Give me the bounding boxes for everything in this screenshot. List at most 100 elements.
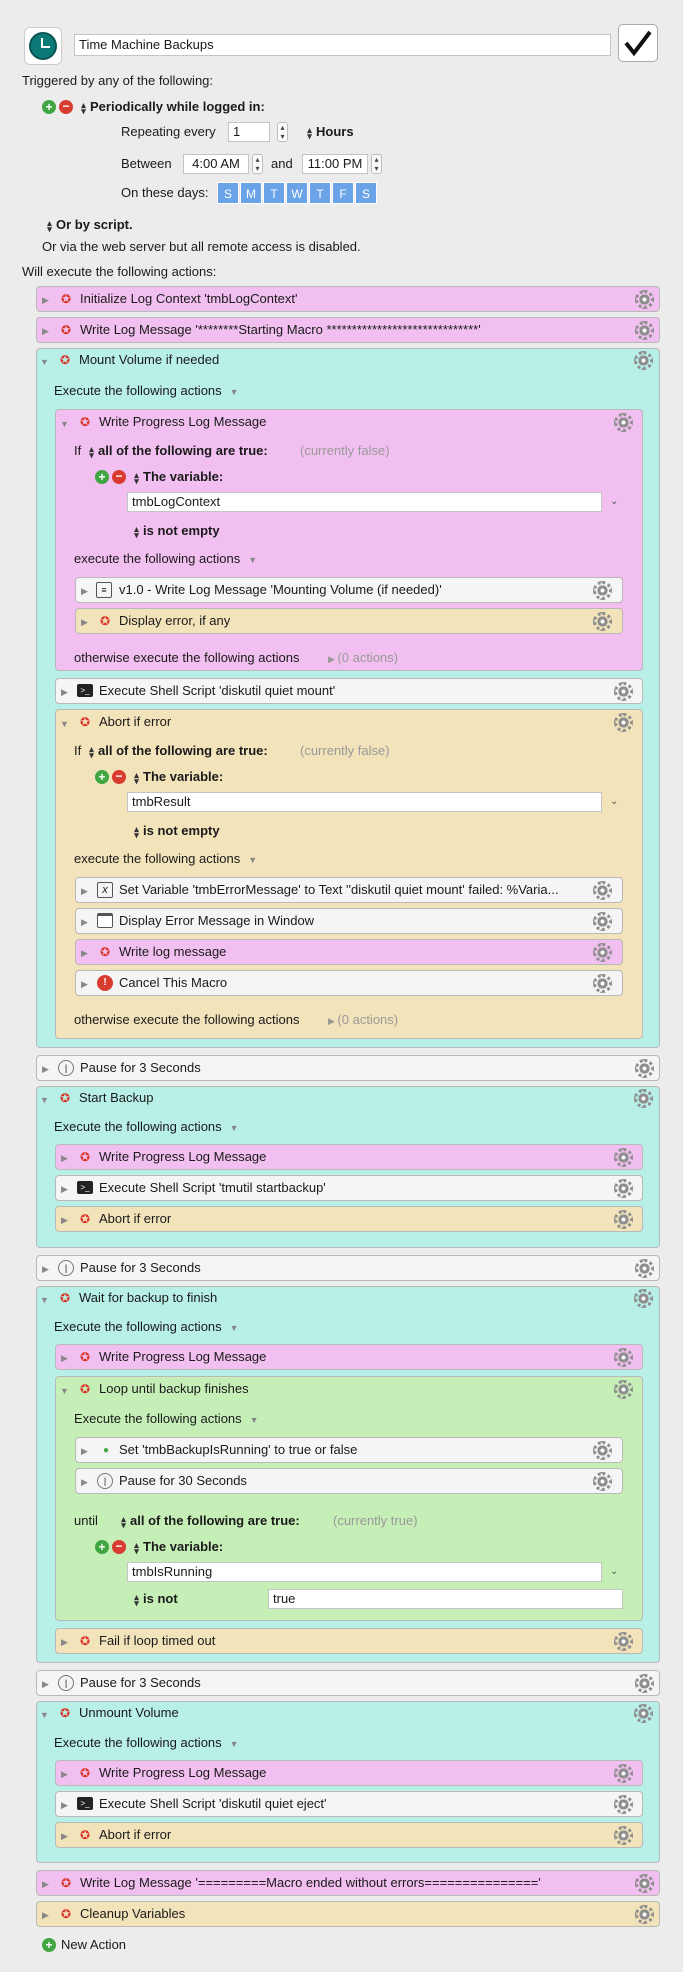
disclosure-triangle[interactable]: ▶ bbox=[61, 1636, 68, 1648]
unit-select[interactable]: Hours bbox=[306, 123, 354, 141]
start-time-stepper[interactable]: ▴ ▾ bbox=[252, 154, 263, 174]
gear-icon[interactable] bbox=[635, 1674, 654, 1693]
gear-icon[interactable] bbox=[614, 1795, 633, 1814]
action-set-variable[interactable]: ▶ x Set Variable 'tmbErrorMessage' to Te… bbox=[75, 877, 623, 903]
action-write-log-message[interactable]: ▶ ✪ Write log message bbox=[75, 939, 623, 965]
conditions-select[interactable]: all of the following are true: bbox=[88, 442, 268, 460]
execute-actions-label[interactable]: Execute the following actions ▼ bbox=[74, 1410, 259, 1429]
chevron-down-icon[interactable]: ⌄ bbox=[610, 1566, 618, 1577]
day-tue[interactable]: T bbox=[263, 182, 285, 204]
action-write-progress[interactable]: ▶ ✪ Write Progress Log Message bbox=[55, 1344, 643, 1370]
action-pause-3-b[interactable]: ▶ | Pause for 3 Seconds bbox=[36, 1255, 660, 1281]
gear-icon[interactable] bbox=[635, 1874, 654, 1893]
gear-icon[interactable] bbox=[614, 1348, 633, 1367]
gear-icon[interactable] bbox=[634, 1704, 653, 1723]
action-write-log-ended[interactable]: ▶ ✪ Write Log Message '=========Macro en… bbox=[36, 1870, 660, 1896]
day-fri[interactable]: F bbox=[332, 182, 354, 204]
conditions-select[interactable]: all of the following are true: bbox=[88, 742, 268, 760]
execute-following-label[interactable]: execute the following actions ▼ bbox=[74, 550, 257, 569]
action-initialize-log-context[interactable]: ▶ ✪ Initialize Log Context 'tmbLogContex… bbox=[36, 286, 660, 312]
gear-icon[interactable] bbox=[614, 1632, 633, 1651]
gear-icon[interactable] bbox=[593, 943, 612, 962]
disclosure-triangle[interactable]: ▶ bbox=[61, 1799, 68, 1811]
end-time-stepper[interactable]: ▴ ▾ bbox=[371, 154, 382, 174]
add-condition-button[interactable]: + bbox=[95, 1540, 109, 1554]
add-condition-button[interactable]: + bbox=[95, 770, 109, 784]
action-fail-loop[interactable]: ▶ ✪ Fail if loop timed out bbox=[55, 1628, 643, 1654]
gear-icon[interactable] bbox=[614, 682, 633, 701]
otherwise-actions-toggle[interactable]: ▶ (0 actions) bbox=[328, 1011, 398, 1030]
gear-icon[interactable] bbox=[614, 1179, 633, 1198]
gear-icon[interactable] bbox=[614, 1380, 633, 1399]
action-pause-3-c[interactable]: ▶ | Pause for 3 Seconds bbox=[36, 1670, 660, 1696]
chevron-down-icon[interactable]: ⌄ bbox=[610, 796, 618, 807]
disclosure-triangle[interactable]: ▶ bbox=[81, 616, 88, 628]
execute-following-label[interactable]: execute the following actions ▼ bbox=[74, 850, 257, 869]
action-display-error-window[interactable]: ▶ Display Error Message in Window bbox=[75, 908, 623, 934]
variable-name-input[interactable]: tmbIsRunning bbox=[127, 1562, 602, 1582]
action-pause-3-a[interactable]: ▶ | Pause for 3 Seconds bbox=[36, 1055, 660, 1081]
disclosure-triangle[interactable]: ▶ bbox=[81, 585, 88, 597]
comparison-value-input[interactable]: true bbox=[268, 1589, 623, 1609]
gear-icon[interactable] bbox=[593, 612, 612, 631]
start-time-input[interactable]: 4:00 AM bbox=[183, 154, 249, 174]
day-thu[interactable]: T bbox=[309, 182, 331, 204]
disclosure-triangle[interactable]: ▶ bbox=[42, 1263, 49, 1275]
disclosure-triangle[interactable]: ▶ bbox=[81, 978, 88, 990]
gear-icon[interactable] bbox=[635, 1259, 654, 1278]
disclosure-triangle[interactable]: ▶ bbox=[61, 1183, 68, 1195]
action-shell-eject[interactable]: ▶ >_ Execute Shell Script 'diskutil quie… bbox=[55, 1791, 643, 1817]
gear-icon[interactable] bbox=[593, 1472, 612, 1491]
add-trigger-button[interactable]: + bbox=[42, 100, 56, 114]
disclosure-triangle[interactable]: ▶ bbox=[42, 1878, 49, 1890]
disclosure-triangle[interactable]: ▶ bbox=[42, 1678, 49, 1690]
condition-type-select[interactable]: The variable: bbox=[133, 1538, 223, 1556]
disclosure-triangle[interactable]: ▶ bbox=[42, 1063, 49, 1075]
gear-icon[interactable] bbox=[593, 912, 612, 931]
gear-icon[interactable] bbox=[635, 290, 654, 309]
gear-icon[interactable] bbox=[614, 1210, 633, 1229]
gear-icon[interactable] bbox=[634, 1289, 653, 1308]
disclosure-triangle-open[interactable]: ▼ bbox=[60, 418, 69, 430]
action-write-progress[interactable]: ▶ ✪ Write Progress Log Message bbox=[55, 1760, 643, 1786]
disclosure-triangle[interactable]: ▶ bbox=[42, 325, 49, 337]
repeating-stepper[interactable]: ▴ ▾ bbox=[277, 122, 288, 142]
disclosure-triangle[interactable]: ▶ bbox=[42, 1909, 49, 1921]
gear-icon[interactable] bbox=[593, 581, 612, 600]
action-shell-mount[interactable]: ▶ >_ Execute Shell Script 'diskutil quie… bbox=[55, 678, 643, 704]
gear-icon[interactable] bbox=[593, 881, 612, 900]
disclosure-triangle[interactable]: ▶ bbox=[81, 885, 88, 897]
action-cancel-macro[interactable]: ▶ ! Cancel This Macro bbox=[75, 970, 623, 996]
otherwise-actions-toggle[interactable]: ▶ (0 actions) bbox=[328, 649, 398, 668]
gear-icon[interactable] bbox=[614, 1764, 633, 1783]
condition-type-select[interactable]: The variable: bbox=[133, 768, 223, 786]
chevron-down-icon[interactable]: ⌄ bbox=[610, 496, 618, 507]
disclosure-triangle[interactable]: ▶ bbox=[81, 947, 88, 959]
remove-condition-button[interactable]: − bbox=[112, 470, 126, 484]
remove-condition-button[interactable]: − bbox=[112, 1540, 126, 1554]
action-pause-30[interactable]: ▶ | Pause for 30 Seconds bbox=[75, 1468, 623, 1494]
disclosure-triangle[interactable]: ▶ bbox=[61, 686, 68, 698]
execute-actions-label[interactable]: Execute the following actions ▼ bbox=[54, 1118, 239, 1137]
action-abort-if-error[interactable]: ▶ ✪ Abort if error bbox=[55, 1822, 643, 1848]
variable-test-select[interactable]: is not empty bbox=[133, 822, 220, 840]
gear-icon[interactable] bbox=[634, 351, 653, 370]
action-abort-if-error[interactable]: ▶ ✪ Abort if error bbox=[55, 1206, 643, 1232]
condition-type-select[interactable]: The variable: bbox=[133, 468, 223, 486]
gear-icon[interactable] bbox=[593, 1441, 612, 1460]
action-display-error[interactable]: ▶ ✪ Display error, if any bbox=[75, 608, 623, 634]
disclosure-triangle-open[interactable]: ▼ bbox=[40, 1094, 49, 1106]
variable-test-select[interactable]: is not empty bbox=[133, 522, 220, 540]
gear-icon[interactable] bbox=[614, 1826, 633, 1845]
disclosure-triangle[interactable]: ▶ bbox=[61, 1152, 68, 1164]
macro-name-input[interactable]: Time Machine Backups bbox=[74, 34, 611, 56]
variable-name-input[interactable]: tmbResult bbox=[127, 792, 602, 812]
action-v1-write-log[interactable]: ▶ ≡ v1.0 - Write Log Message 'Mounting V… bbox=[75, 577, 623, 603]
gear-icon[interactable] bbox=[635, 1059, 654, 1078]
disclosure-triangle-open[interactable]: ▼ bbox=[60, 718, 69, 730]
add-condition-button[interactable]: + bbox=[95, 470, 109, 484]
repeating-input[interactable]: 1 bbox=[228, 122, 270, 142]
script-trigger-select[interactable]: Or by script. bbox=[46, 216, 133, 234]
disclosure-triangle[interactable]: ▶ bbox=[42, 294, 49, 306]
action-set-running[interactable]: ▶ ● Set 'tmbBackupIsRunning' to true or … bbox=[75, 1437, 623, 1463]
